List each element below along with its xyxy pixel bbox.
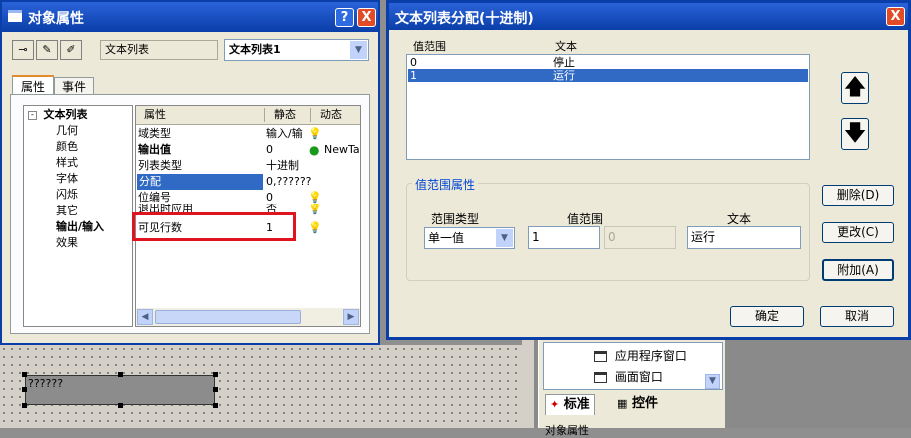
resize-handle[interactable]	[22, 387, 27, 392]
standard-icon: ✦	[550, 398, 560, 411]
textlist-object[interactable]: ??????	[25, 375, 215, 405]
category-tree[interactable]: - 文本列表 几何 颜色 样式 字体 闪烁 其它 输出/输入 效果	[23, 105, 133, 327]
tree-root[interactable]: - 文本列表	[28, 107, 88, 123]
resize-handle[interactable]	[213, 372, 218, 377]
object-palette: 应用程序窗口 画面窗口 ▼ ✦ 标准 ▦ 控件 对象属性	[538, 340, 725, 437]
table-row[interactable]: 输出值 0 ● NewTa	[136, 142, 360, 158]
col-header-range[interactable]: 值范围	[413, 38, 446, 54]
resize-handle[interactable]	[213, 403, 218, 408]
pin-icon[interactable]: ⊸	[12, 40, 34, 60]
tree-item[interactable]: 几何	[56, 123, 78, 139]
resize-handle[interactable]	[22, 372, 27, 377]
tab-properties[interactable]: 属性	[12, 75, 54, 95]
arrow-down-icon[interactable]: 🡇	[841, 118, 869, 150]
table-row[interactable]: 列表类型 十进制	[136, 158, 360, 174]
tree-item[interactable]: 颜色	[56, 139, 78, 155]
col-header-dynamic[interactable]: 动态	[320, 106, 342, 124]
paste-format-icon[interactable]: ✐	[60, 40, 82, 60]
palette-item-screen-window[interactable]: 画面窗口	[594, 369, 663, 385]
grid-header: 属性 静态 动态	[136, 106, 360, 125]
horizontal-scrollbar[interactable]: ◀ ▶	[136, 308, 360, 326]
value-to-input: 0	[604, 226, 676, 249]
chevron-down-icon[interactable]: ▼	[496, 229, 513, 247]
col-header-property[interactable]: 属性	[144, 106, 166, 124]
tree-item[interactable]: 效果	[56, 235, 78, 251]
window-icon	[594, 351, 607, 362]
scroll-right-icon[interactable]: ▶	[343, 309, 359, 325]
panel-footer: 对象属性	[545, 424, 589, 437]
resize-handle[interactable]	[213, 387, 218, 392]
tab-controls[interactable]: ▦ 控件	[613, 394, 662, 414]
highlight-box	[132, 212, 296, 241]
table-row[interactable]: 域类型 输入/输 💡	[136, 126, 360, 142]
window-icon	[8, 10, 22, 22]
tab-standard[interactable]: ✦ 标准	[545, 394, 595, 415]
scroll-thumb[interactable]	[155, 310, 301, 324]
list-item-selected[interactable]: 1 运行	[408, 69, 808, 82]
resize-handle[interactable]	[118, 403, 123, 408]
textlist-assign-dialog: 文本列表分配(十进制) X 值范围 文本 0 停止 1 运行 🡅 🡇 值范围属性…	[386, 0, 911, 340]
chevron-down-icon[interactable]: ▼	[350, 41, 367, 59]
scroll-down-icon[interactable]: ▼	[705, 374, 720, 389]
text-label: 文本	[727, 212, 752, 226]
cancel-button[interactable]: 取消	[820, 306, 894, 327]
palette-list[interactable]: 应用程序窗口 画面窗口 ▼	[543, 342, 723, 390]
tree-item[interactable]: 字体	[56, 171, 78, 187]
bulb-icon[interactable]: 💡	[308, 220, 322, 236]
range-type-label: 范围类型	[431, 212, 480, 226]
append-button[interactable]: 附加(A)	[822, 259, 894, 281]
ok-button[interactable]: 确定	[730, 306, 804, 327]
col-header-static[interactable]: 静态	[274, 106, 296, 124]
splitter	[522, 340, 534, 428]
range-type-select[interactable]: 单一值 ▼	[424, 227, 515, 249]
scroll-left-icon[interactable]: ◀	[137, 309, 153, 325]
delete-button[interactable]: 删除(D)	[822, 185, 894, 206]
palette-item-app-window[interactable]: 应用程序窗口	[594, 348, 687, 364]
controls-icon: ▦	[617, 397, 628, 410]
text-input[interactable]: 运行	[687, 226, 801, 249]
object-type-field: 文本列表	[100, 40, 218, 60]
group-title: 值范围属性	[412, 176, 479, 193]
value-from-input[interactable]: 1	[528, 226, 600, 249]
bulb-icon[interactable]: 💡	[308, 126, 322, 142]
list-item[interactable]: 0 停止	[408, 56, 808, 69]
col-divider	[310, 108, 311, 122]
col-header-text[interactable]: 文本	[555, 38, 577, 54]
value-range-label: 值范围	[567, 212, 604, 226]
collapse-icon[interactable]: -	[28, 110, 37, 120]
close-button[interactable]: X	[886, 7, 905, 26]
change-button[interactable]: 更改(C)	[822, 222, 894, 243]
col-divider	[264, 108, 265, 122]
help-button[interactable]: ?	[335, 8, 354, 27]
tree-item[interactable]: 样式	[56, 155, 78, 171]
dropper-icon[interactable]: ✎	[36, 40, 58, 60]
assign-dialog-titlebar[interactable]: 文本列表分配(十进制) X	[389, 3, 908, 30]
bulb-on-icon[interactable]: ●	[309, 142, 319, 158]
tree-item[interactable]: 其它	[56, 203, 78, 219]
object-name-select[interactable]: 文本列表1 ▼	[224, 39, 369, 61]
arrow-up-icon[interactable]: 🡅	[841, 72, 869, 104]
object-properties-window: 对象属性 ? X ⊸ ✎ ✐ 文本列表 文本列表1 ▼ 属性 事件 - 文本列表…	[0, 0, 380, 345]
tree-item[interactable]: 闪烁	[56, 187, 78, 203]
assignment-list[interactable]: 0 停止 1 运行	[406, 54, 810, 160]
tree-item-selected[interactable]: 输出/输入	[56, 219, 104, 235]
resize-handle[interactable]	[22, 403, 27, 408]
bulb-icon[interactable]: 💡	[308, 204, 322, 216]
object-properties-titlebar[interactable]: 对象属性 ? X	[2, 2, 378, 32]
table-row-selected[interactable]: 分配 0,??????	[136, 174, 360, 190]
tab-events[interactable]: 事件	[54, 77, 94, 95]
window-icon	[594, 372, 607, 383]
resize-handle[interactable]	[118, 372, 123, 377]
close-button[interactable]: X	[357, 8, 376, 27]
